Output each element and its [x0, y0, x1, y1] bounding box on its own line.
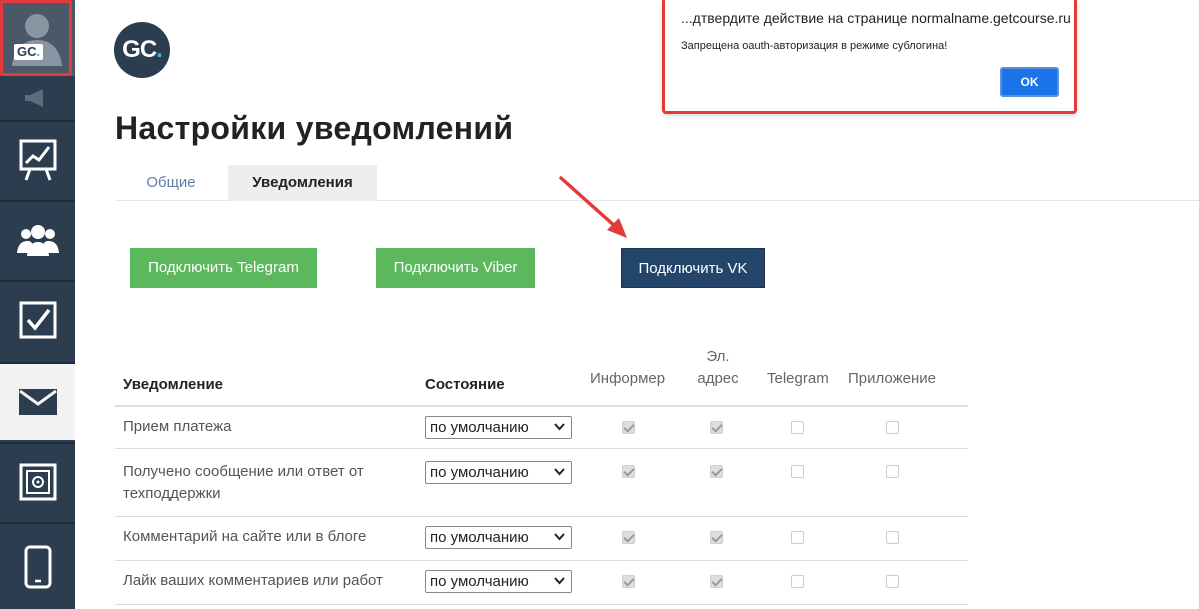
- sidebar-item-tasks[interactable]: [0, 280, 75, 358]
- avatar-highlight-frame: [0, 0, 72, 76]
- state-select-support[interactable]: по умолчанию: [425, 461, 572, 484]
- confirm-dialog: ...дтвердите действие на странице normal…: [662, 0, 1077, 114]
- checkbox-email-payment[interactable]: [710, 421, 723, 434]
- tab-general[interactable]: Общие: [115, 165, 227, 201]
- row-divider: [115, 604, 968, 605]
- tab-notifications[interactable]: Уведомления: [228, 165, 377, 201]
- sidebar-item-mobile[interactable]: [0, 522, 75, 609]
- dialog-ok-button[interactable]: OK: [1000, 67, 1059, 97]
- header-email-line1: Эл.: [706, 348, 730, 365]
- getcourse-logo[interactable]: GC.: [114, 22, 170, 78]
- checkbox-informer-payment[interactable]: [622, 421, 635, 434]
- header-notification: Уведомление: [123, 376, 224, 393]
- checkbox-telegram-comment[interactable]: [791, 531, 804, 544]
- users-icon: [16, 225, 59, 256]
- settings-tabs: Общие Уведомления: [115, 165, 1199, 201]
- red-arrow-annotation: [559, 176, 627, 238]
- row-divider: [115, 560, 968, 561]
- header-state: Состояние: [425, 376, 505, 393]
- checkbox-app-like[interactable]: [886, 575, 899, 588]
- header-email: Эл. адрес: [693, 346, 743, 390]
- sidebar-item-messages[interactable]: [0, 362, 75, 440]
- sidebar-item-analytics[interactable]: [0, 120, 75, 198]
- header-telegram: Telegram: [767, 370, 829, 387]
- chevron-down-icon: [554, 423, 565, 431]
- checkbox-email-comment[interactable]: [710, 531, 723, 544]
- row-label-like: Лайк ваших комментариев или работ: [123, 572, 383, 589]
- table-header-divider: [115, 405, 968, 407]
- smartphone-icon: [24, 545, 51, 588]
- logo-dot: .: [156, 36, 163, 63]
- checkbox-telegram-like[interactable]: [791, 575, 804, 588]
- checkbox-telegram-support[interactable]: [791, 465, 804, 478]
- sidebar: GC.: [0, 0, 75, 609]
- header-informer: Информер: [590, 370, 666, 387]
- checkbox-email-like[interactable]: [710, 575, 723, 588]
- checkbox-informer-support[interactable]: [622, 465, 635, 478]
- row-divider: [115, 516, 968, 517]
- connect-viber-button[interactable]: Подключить Viber: [376, 248, 535, 288]
- chevron-down-icon: [554, 533, 565, 541]
- connect-telegram-button[interactable]: Подключить Telegram: [130, 248, 317, 288]
- safe-icon: [19, 463, 56, 501]
- row-divider: [115, 448, 968, 449]
- connect-vk-button[interactable]: Подключить VK: [621, 248, 765, 288]
- state-select-value: по умолчанию: [430, 529, 529, 546]
- sidebar-avatar[interactable]: GC.: [0, 0, 75, 76]
- sidebar-item-finance[interactable]: [0, 442, 75, 520]
- state-select-payment[interactable]: по умолчанию: [425, 416, 572, 439]
- header-app: Приложение: [848, 370, 936, 387]
- sidebar-item-users[interactable]: [0, 200, 75, 278]
- checkbox-icon: [19, 301, 56, 339]
- checkbox-informer-comment[interactable]: [622, 531, 635, 544]
- checkbox-telegram-payment[interactable]: [791, 421, 804, 434]
- chevron-down-icon: [554, 577, 565, 585]
- megaphone-icon: [25, 89, 43, 107]
- checkbox-app-support[interactable]: [886, 465, 899, 478]
- row-label-support: Получено сообщение или ответ от техподде…: [123, 463, 364, 502]
- checkbox-app-comment[interactable]: [886, 531, 899, 544]
- chevron-down-icon: [554, 468, 565, 476]
- state-select-like[interactable]: по умолчанию: [425, 570, 572, 593]
- checkbox-email-support[interactable]: [710, 465, 723, 478]
- logo-text: GC: [122, 36, 157, 63]
- state-select-comment[interactable]: по умолчанию: [425, 526, 572, 549]
- state-select-value: по умолчанию: [430, 464, 529, 481]
- header-email-line2: адрес: [697, 370, 739, 387]
- page-title: Настройки уведомлений: [115, 110, 514, 146]
- envelope-icon: [18, 389, 57, 415]
- chart-board-icon: [19, 139, 56, 181]
- dialog-message: Запрещена oauth-авторизация в режиме суб…: [681, 40, 948, 52]
- dialog-title: ...дтвердите действие на странице normal…: [681, 10, 1071, 26]
- state-select-value: по умолчанию: [430, 573, 529, 590]
- checkbox-informer-like[interactable]: [622, 575, 635, 588]
- checkbox-app-payment[interactable]: [886, 421, 899, 434]
- row-label-comment: Комментарий на сайте или в блоге: [123, 528, 367, 545]
- row-label-payment: Прием платежа: [123, 418, 232, 435]
- state-select-value: по умолчанию: [430, 419, 529, 436]
- sidebar-announcements[interactable]: [0, 76, 75, 120]
